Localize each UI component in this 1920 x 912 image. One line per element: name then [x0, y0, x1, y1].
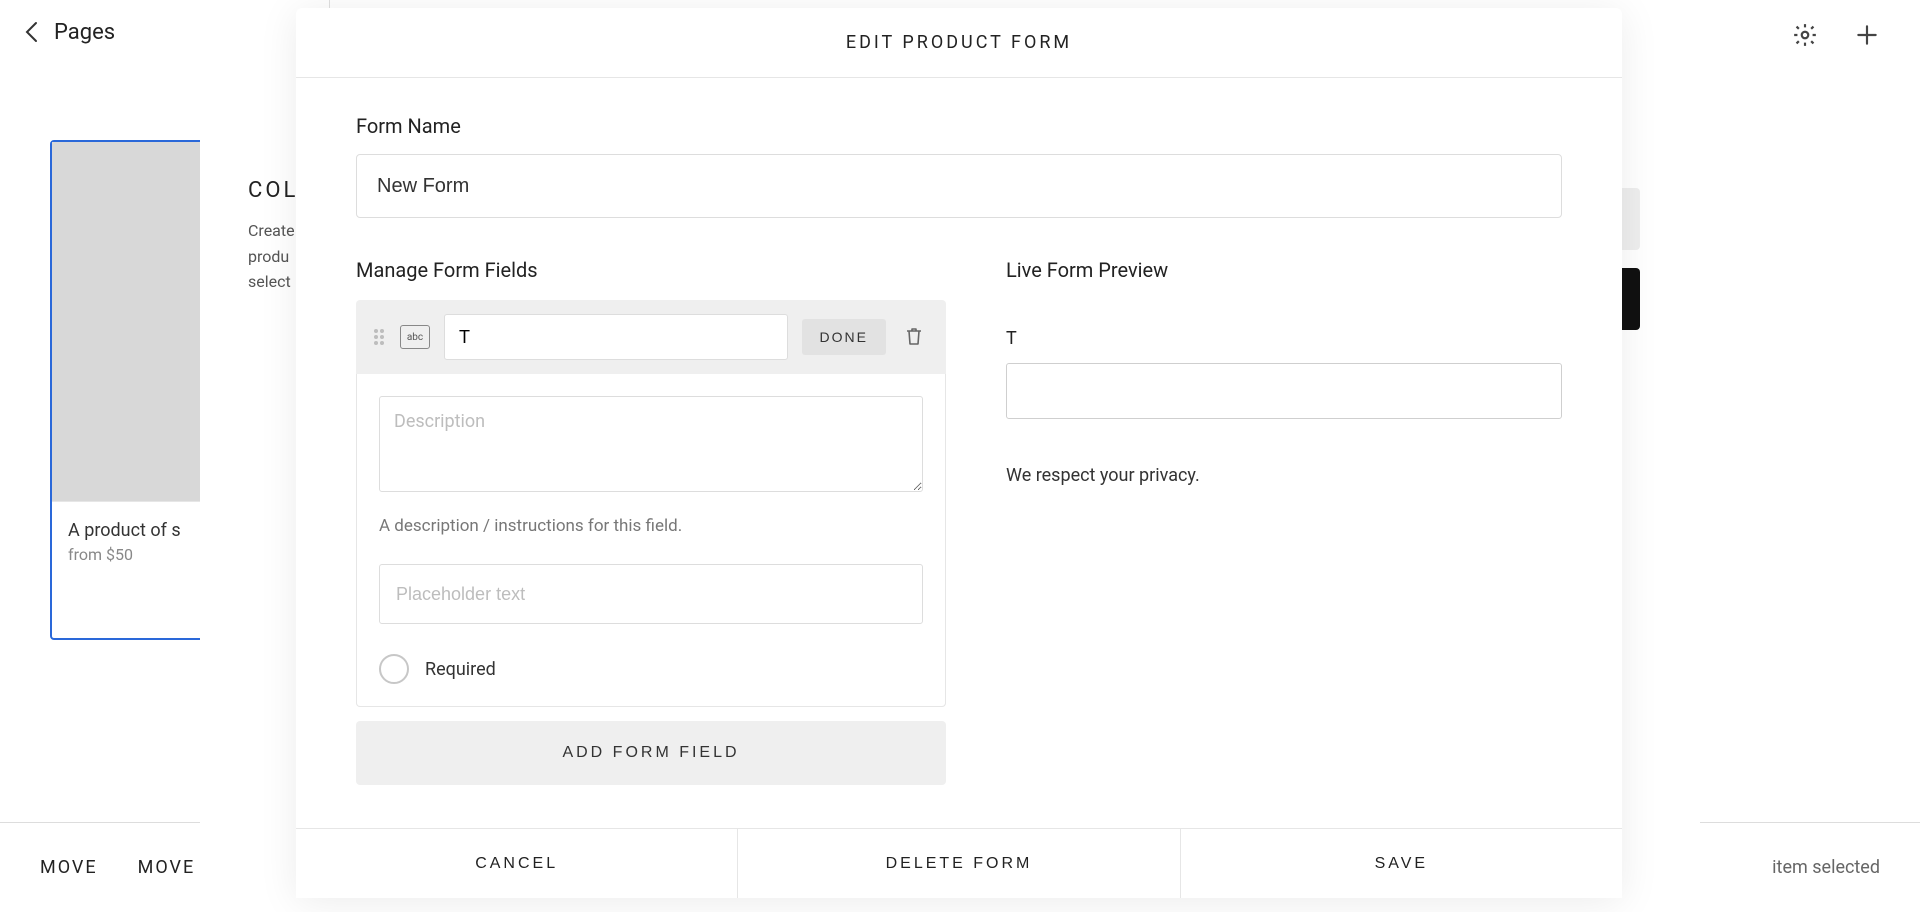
required-toggle[interactable] — [379, 654, 409, 684]
required-label: Required — [425, 659, 496, 680]
underlying-subtext: Create produ select — [248, 218, 295, 295]
cancel-button[interactable]: CANCEL — [296, 829, 738, 898]
delete-form-button[interactable]: DELETE FORM — [738, 829, 1180, 898]
privacy-note: We respect your privacy. — [1006, 465, 1562, 486]
field-editor-card: abc DONE A description / instructions fo… — [356, 300, 946, 707]
selected-count-label: item selected — [1772, 857, 1880, 878]
form-name-label: Form Name — [356, 114, 1562, 138]
form-name-input[interactable] — [356, 154, 1562, 218]
move-action[interactable]: MOVE — [40, 857, 98, 878]
modal-title: EDIT PRODUCT FORM — [296, 8, 1622, 78]
save-button[interactable]: SAVE — [1181, 829, 1622, 898]
edit-product-form-modal: EDIT PRODUCT FORM Form Name Manage Form … — [296, 8, 1622, 898]
field-type-badge: abc — [400, 325, 430, 349]
live-preview-label: Live Form Preview — [1006, 258, 1562, 282]
done-button[interactable]: DONE — [802, 319, 886, 355]
delete-field-button[interactable] — [900, 323, 928, 351]
field-title-input[interactable] — [444, 314, 788, 360]
trash-icon — [905, 326, 923, 349]
field-description-textarea[interactable] — [379, 396, 923, 492]
gear-icon[interactable] — [1792, 22, 1818, 48]
chevron-left-icon — [24, 21, 38, 43]
preview-text-input — [1006, 363, 1562, 419]
manage-fields-label: Manage Form Fields — [356, 258, 946, 282]
add-form-field-button[interactable]: ADD FORM FIELD — [356, 721, 946, 785]
field-description-hint: A description / instructions for this fi… — [379, 516, 923, 536]
drag-handle-icon[interactable] — [374, 329, 386, 345]
modal-footer: CANCEL DELETE FORM SAVE — [296, 828, 1622, 898]
pages-label: Pages — [54, 20, 115, 45]
plus-icon[interactable] — [1854, 22, 1880, 48]
preview-field-label: T — [1006, 328, 1562, 349]
placeholder-text-input[interactable] — [379, 564, 923, 624]
